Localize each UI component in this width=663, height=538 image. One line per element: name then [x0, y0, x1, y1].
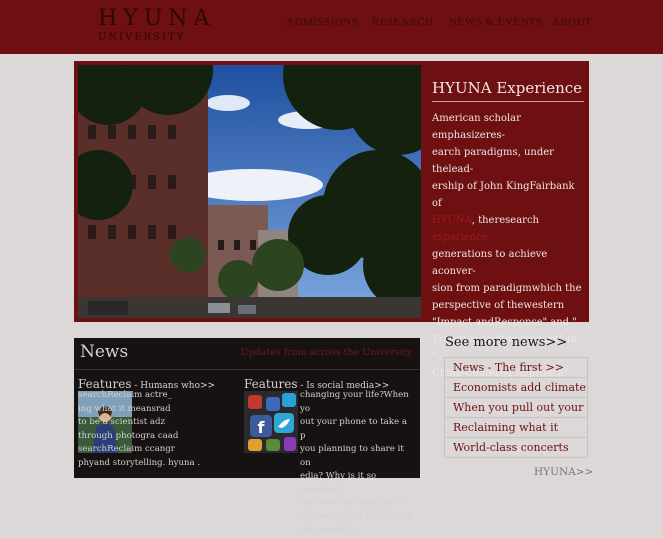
see-more-news-link[interactable]: See more news>>: [445, 335, 567, 350]
hyuna-link-inline[interactable]: HYUNA: [432, 215, 472, 226]
feature-left[interactable]: Features - Humans who>> searchReclaim ac…: [78, 373, 248, 473]
news-list-item[interactable]: Reclaiming what it: [444, 418, 588, 438]
news-list-item[interactable]: When you pull out your: [444, 398, 588, 418]
feature-right[interactable]: Features - Is social media>> f changing …: [244, 373, 414, 535]
site-header: HYUNA UNIVERSITY ADMISSIONS RESEARCH NEW…: [0, 0, 663, 54]
news-section: News Updates from across the University …: [74, 338, 420, 535]
nav-admissions[interactable]: ADMISSIONS: [286, 16, 358, 28]
nav-research[interactable]: RESEARCH: [372, 16, 433, 28]
campus-photo: [78, 65, 421, 318]
news-divider: [74, 369, 420, 370]
experience-link-inline[interactable]: experience: [432, 232, 488, 243]
feature-right-thumbnail[interactable]: f: [244, 391, 298, 453]
news-title: News: [80, 342, 129, 362]
news-list-item[interactable]: News - The first >>: [444, 358, 588, 378]
hyuna-footer-link[interactable]: HYUNA>>: [534, 466, 593, 478]
news-list-item[interactable]: World-class concerts: [444, 438, 588, 458]
news-list: News - The first >> Economists add clima…: [444, 357, 588, 458]
logo-subtitle: UNIVERSITY: [98, 32, 186, 43]
nav-news-events[interactable]: NEWS & EVENTS: [449, 16, 543, 28]
feature-left-text: searchReclaim actre_ ing what it meansra…: [78, 390, 201, 468]
hero-title: HYUNA Experience: [432, 79, 584, 102]
svg-text:f: f: [258, 418, 266, 437]
feature-right-text: changing your life?When yo out your phon…: [300, 390, 413, 535]
nav-about[interactable]: ABOUT: [552, 16, 592, 28]
logo[interactable]: HYUNA: [98, 6, 215, 31]
news-list-item[interactable]: Economists add climate: [444, 378, 588, 398]
news-updates-link[interactable]: Updates from across the University: [241, 347, 412, 358]
hero-banner: HYUNA Experience American scholar emphas…: [74, 61, 589, 379]
